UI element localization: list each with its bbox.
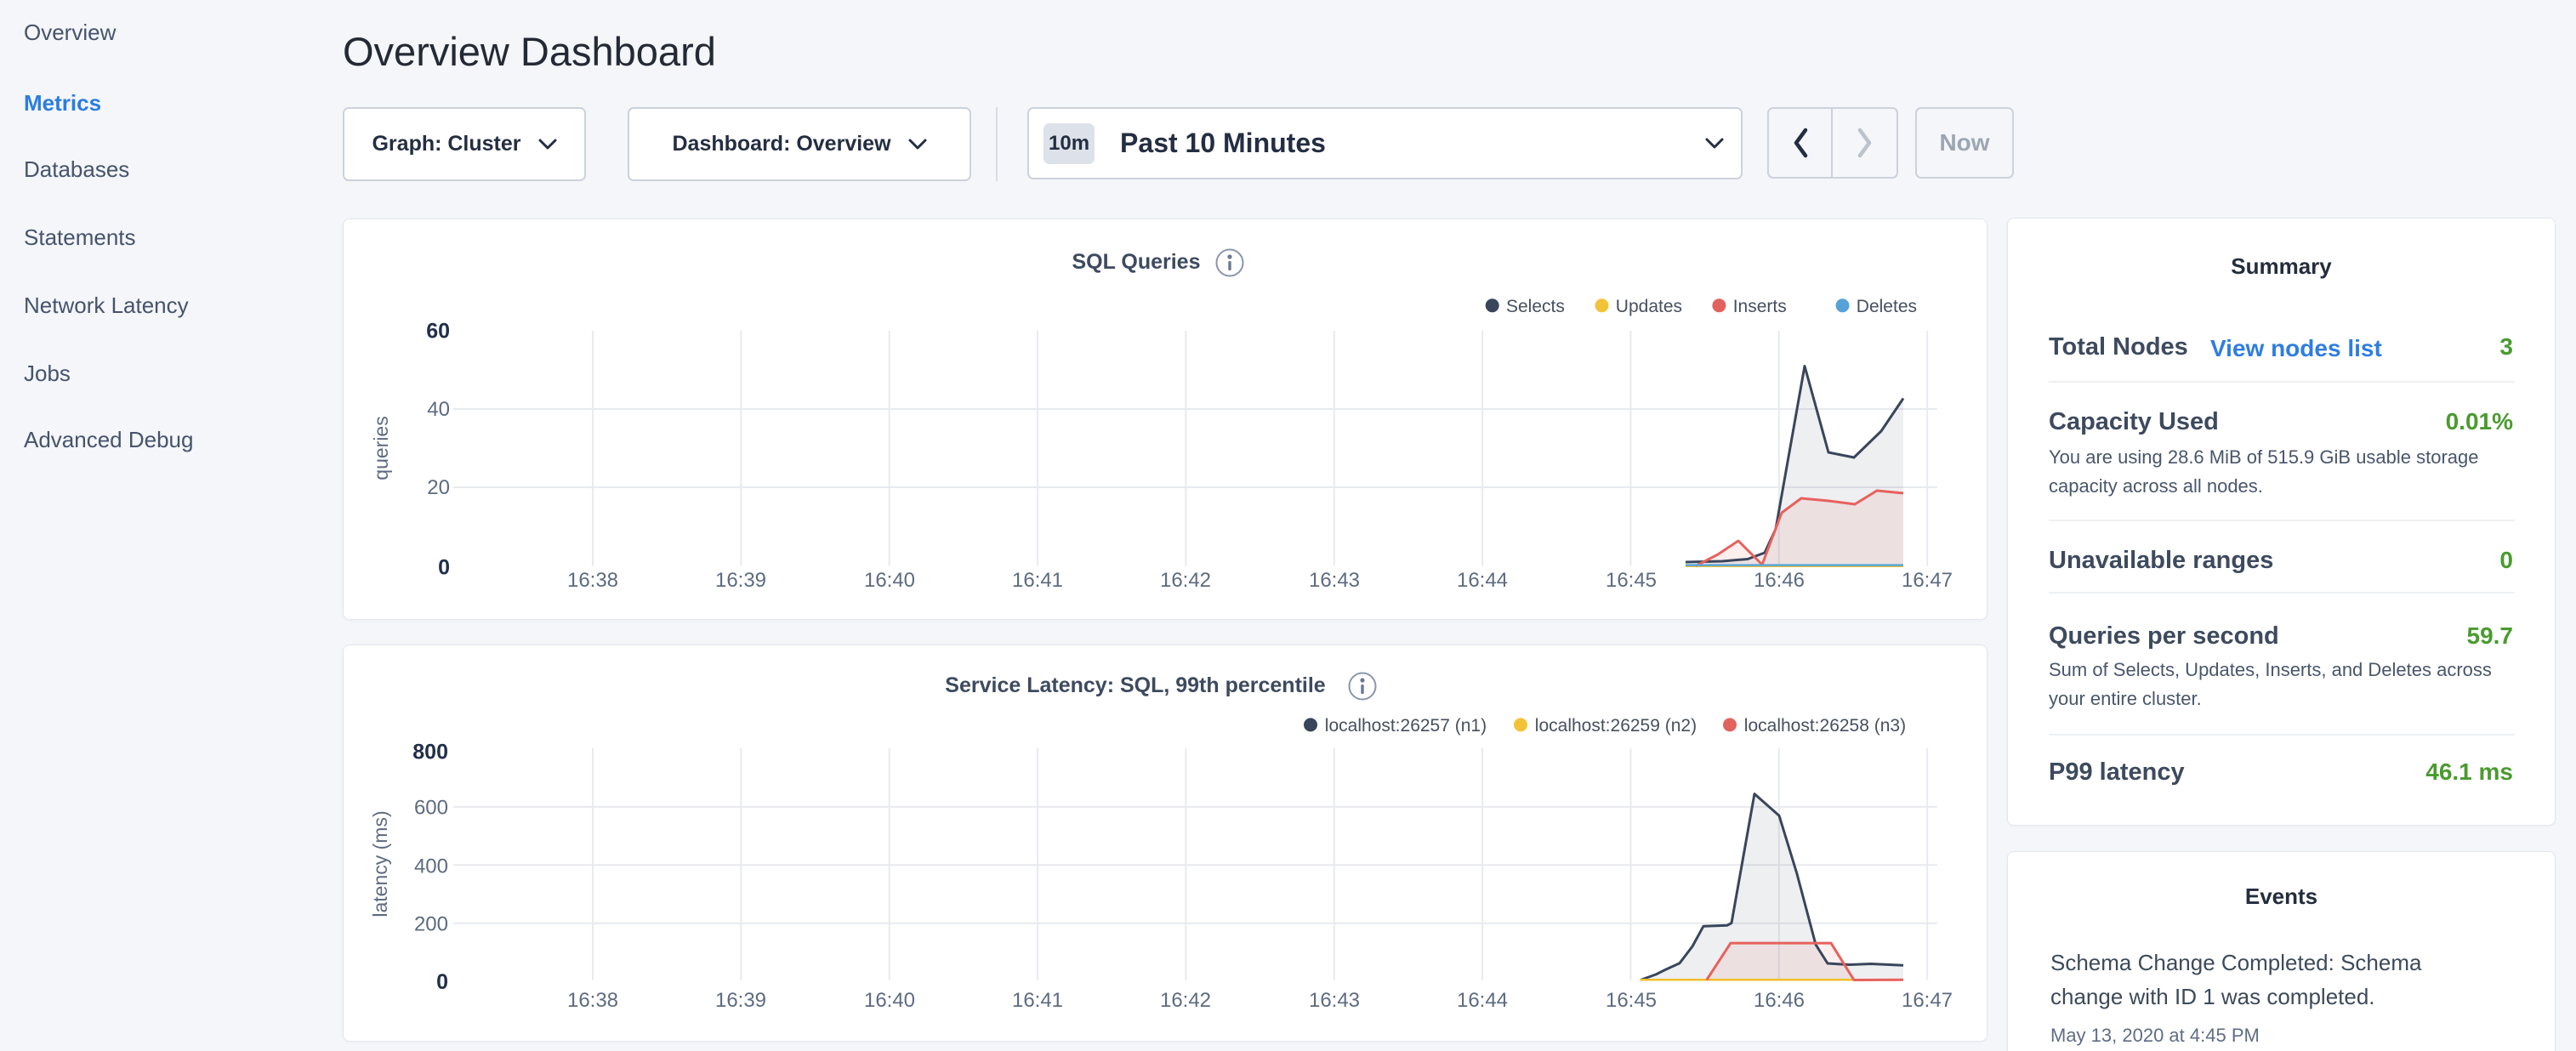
svg-text:16:43: 16:43 — [1309, 989, 1360, 1012]
svg-text:localhost:26258 (n3): localhost:26258 (n3) — [1744, 716, 1906, 736]
svg-text:20: 20 — [427, 476, 450, 499]
svg-text:16:45: 16:45 — [1606, 989, 1657, 1012]
svg-text:0: 0 — [438, 556, 450, 580]
svg-text:16:38: 16:38 — [567, 569, 618, 592]
svg-text:Deletes: Deletes — [1857, 297, 1917, 316]
svg-text:16:45: 16:45 — [1606, 569, 1657, 592]
svg-text:16:39: 16:39 — [715, 989, 766, 1012]
svg-text:16:41: 16:41 — [1012, 989, 1063, 1012]
svg-text:16:39: 16:39 — [715, 569, 766, 592]
svg-text:Selects: Selects — [1506, 297, 1565, 316]
svg-text:0: 0 — [436, 970, 448, 994]
svg-text:16:46: 16:46 — [1754, 569, 1805, 592]
svg-text:600: 600 — [414, 797, 448, 820]
svg-text:16:38: 16:38 — [567, 989, 618, 1012]
svg-text:Inserts: Inserts — [1733, 297, 1787, 316]
svg-text:16:47: 16:47 — [1902, 989, 1953, 1012]
svg-text:Service Latency: SQL, 99th per: Service Latency: SQL, 99th percentile — [945, 673, 1325, 697]
svg-text:16:43: 16:43 — [1309, 569, 1360, 592]
svg-text:16:40: 16:40 — [864, 989, 915, 1012]
svg-text:800: 800 — [412, 741, 448, 764]
svg-text:localhost:26257 (n1): localhost:26257 (n1) — [1325, 716, 1487, 736]
svg-text:latency (ms): latency (ms) — [369, 810, 391, 917]
svg-text:400: 400 — [414, 855, 448, 878]
svg-text:16:41: 16:41 — [1012, 569, 1063, 592]
svg-text:200: 200 — [414, 912, 448, 935]
svg-text:16:44: 16:44 — [1457, 989, 1508, 1012]
svg-text:16:44: 16:44 — [1457, 569, 1508, 592]
svg-text:40: 40 — [427, 398, 450, 421]
svg-text:16:40: 16:40 — [864, 569, 915, 592]
svg-text:queries: queries — [370, 416, 392, 480]
svg-text:16:46: 16:46 — [1754, 989, 1805, 1012]
svg-text:16:42: 16:42 — [1160, 989, 1211, 1012]
svg-text:16:47: 16:47 — [1902, 569, 1953, 592]
svg-text:60: 60 — [426, 320, 450, 344]
svg-text:SQL Queries: SQL Queries — [1072, 250, 1201, 274]
svg-text:16:42: 16:42 — [1160, 569, 1211, 592]
svg-text:Updates: Updates — [1616, 297, 1682, 316]
svg-text:localhost:26259 (n2): localhost:26259 (n2) — [1535, 716, 1697, 736]
